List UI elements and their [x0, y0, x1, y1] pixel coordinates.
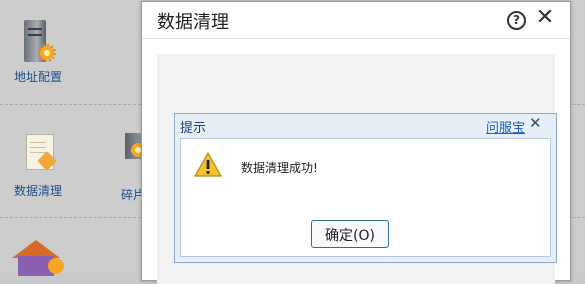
server-config-icon: [20, 18, 56, 64]
dialog-title: 数据清理: [157, 12, 229, 33]
dialog-titlebar: 数据清理 ? ✕: [142, 2, 570, 39]
alert-dialog: 提示 问服宝 ✕ 数据清理成功! 确定(O): [174, 113, 557, 263]
warning-icon: [193, 151, 223, 177]
close-icon[interactable]: ✕: [534, 6, 556, 30]
tile-data-clean[interactable]: 数据清理: [3, 132, 73, 199]
divider: [569, 217, 585, 218]
alert-titlebar: 提示 问服宝 ✕: [175, 114, 556, 136]
tile-label: 数据清理: [13, 184, 62, 198]
help-icon[interactable]: ?: [507, 11, 526, 30]
alert-body: 数据清理成功! 确定(O): [180, 138, 551, 257]
ok-button[interactable]: 确定(O): [311, 220, 389, 248]
alert-close-icon[interactable]: ✕: [529, 114, 542, 132]
tile-label: 地址配置: [13, 70, 62, 84]
house-icon: [12, 240, 64, 276]
divider: [0, 104, 141, 105]
divider: [569, 104, 585, 105]
tile-address-config[interactable]: 地址配置: [3, 18, 73, 85]
divider: [0, 217, 141, 218]
document-clean-icon: [20, 132, 57, 178]
alert-message: 数据清理成功!: [241, 161, 318, 175]
help-link[interactable]: 问服宝: [486, 117, 525, 136]
alert-title: 提示: [180, 121, 207, 136]
